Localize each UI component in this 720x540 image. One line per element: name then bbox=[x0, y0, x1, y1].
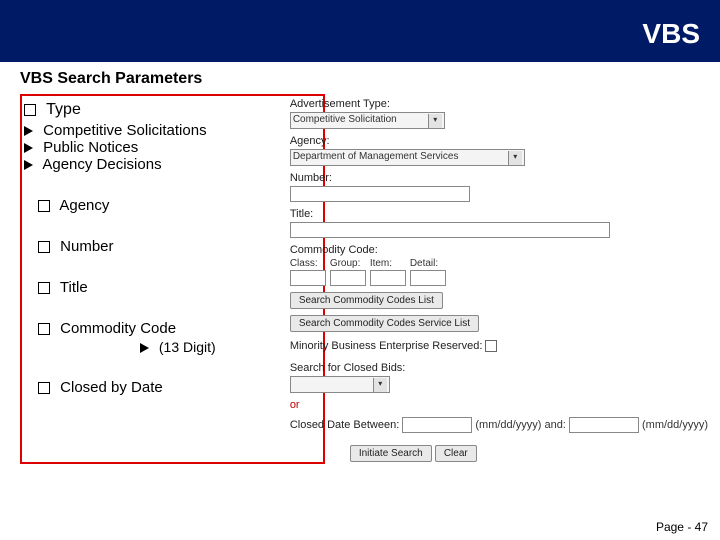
agency-label: Agency: bbox=[290, 135, 708, 147]
cc-class-input[interactable] bbox=[290, 270, 326, 286]
title-input[interactable] bbox=[290, 222, 610, 238]
outline-title: Title bbox=[38, 279, 286, 296]
cc-search-button[interactable]: Search Commodity Codes List bbox=[290, 292, 443, 309]
cc-item-input[interactable] bbox=[370, 270, 406, 286]
or-label: or bbox=[290, 399, 708, 411]
cc-detail-input[interactable] bbox=[410, 270, 446, 286]
chevron-down-icon: ▾ bbox=[508, 151, 522, 165]
mbe-checkbox[interactable] bbox=[485, 340, 497, 352]
content-area: Type Competitive Solicitations Public No… bbox=[0, 94, 720, 468]
outline-type: Type bbox=[24, 101, 286, 119]
outline-digit: (13 Digit) bbox=[140, 339, 286, 355]
number-input[interactable] bbox=[290, 186, 470, 202]
cc-service-search-button[interactable]: Search Commodity Codes Service List bbox=[290, 315, 479, 332]
adv-type-select[interactable]: Competitive Solicitation ▾ bbox=[290, 112, 445, 129]
chevron-down-icon: ▾ bbox=[428, 114, 442, 128]
number-label: Number: bbox=[290, 172, 708, 184]
cc-fields: Class: Group: Item: Detail: bbox=[290, 258, 708, 286]
outline-type-item-b: Public Notices bbox=[24, 139, 286, 156]
outline-number: Number bbox=[38, 238, 286, 255]
header-title: VBS bbox=[642, 18, 700, 49]
outline-commodity: Commodity Code bbox=[38, 320, 286, 337]
closed-select[interactable]: ▾ bbox=[290, 376, 390, 393]
subheader: VBS Search Parameters bbox=[0, 62, 720, 94]
outline-type-item-c: Agency Decisions bbox=[24, 156, 286, 173]
outline-closed: Closed by Date bbox=[38, 379, 286, 396]
outline-agency: Agency bbox=[38, 197, 286, 214]
closed-label: Search for Closed Bids: bbox=[290, 362, 708, 374]
left-outline: Type Competitive Solicitations Public No… bbox=[0, 94, 286, 468]
cc-label: Commodity Code: bbox=[290, 244, 708, 256]
initiate-search-button[interactable]: Initiate Search bbox=[350, 445, 432, 462]
form-screenshot: Advertisement Type: Competitive Solicita… bbox=[286, 94, 720, 468]
agency-select[interactable]: Department of Management Services ▾ bbox=[290, 149, 525, 166]
date-to-input[interactable] bbox=[569, 417, 639, 433]
adv-type-label: Advertisement Type: bbox=[290, 98, 708, 110]
clear-button[interactable]: Clear bbox=[435, 445, 477, 462]
title-label: Title: bbox=[290, 208, 708, 220]
header-bar: VBS bbox=[0, 0, 720, 62]
subheader-title: VBS Search Parameters bbox=[20, 70, 202, 87]
page-number: Page - 47 bbox=[656, 520, 708, 534]
chevron-down-icon: ▾ bbox=[373, 378, 387, 392]
cc-group-input[interactable] bbox=[330, 270, 366, 286]
closed-between-label: Closed Date Between: bbox=[290, 419, 399, 431]
outline-type-item-a: Competitive Solicitations bbox=[24, 122, 286, 139]
mbe-label: Minority Business Enterprise Reserved: bbox=[290, 340, 483, 352]
date-from-input[interactable] bbox=[402, 417, 472, 433]
